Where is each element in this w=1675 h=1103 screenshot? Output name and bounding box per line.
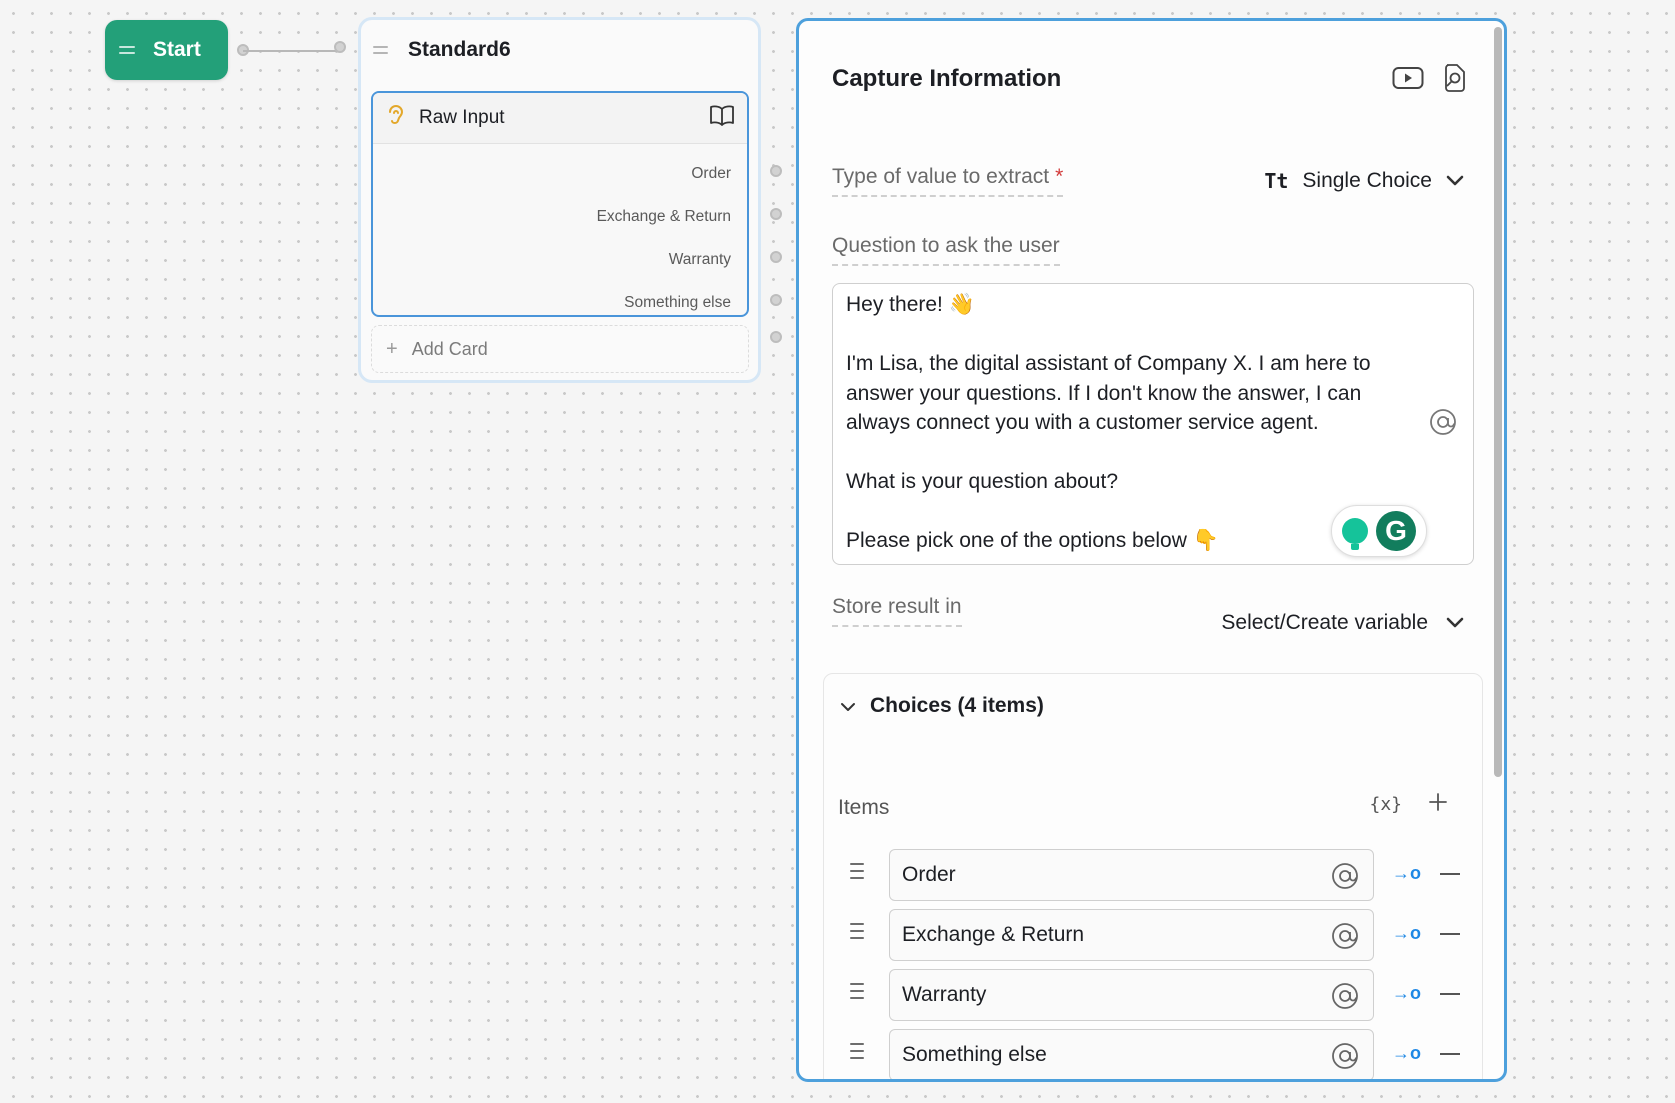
at-sign-icon[interactable] [1331,922,1359,956]
drag-handle-icon[interactable] [373,46,388,54]
document-search-icon[interactable] [1442,63,1468,98]
question-line: answer your questions. If I don't know t… [846,381,1362,405]
store-result-label: Store result in [832,595,962,627]
choice-item-input[interactable]: Exchange & Return [889,909,1374,961]
add-card-label: Add Card [411,338,488,359]
grammarly-widget[interactable]: G [1331,505,1427,557]
add-card-button[interactable]: + Add Card [371,325,749,373]
raw-input-card-header[interactable]: Raw Input [373,93,747,144]
standard-node-header[interactable]: Standard6 [361,20,758,80]
choices-title: Choices (4 items) [870,694,1044,717]
items-label: Items [838,796,890,819]
list-item: Something else [624,293,731,311]
start-label: Start [153,38,201,61]
minus-icon[interactable] [1440,873,1460,875]
chevron-down-icon [1446,611,1464,635]
choice-item-row: Order →o [840,849,1460,901]
required-marker: * [1055,165,1064,188]
start-connector-line [243,50,343,52]
panel-scrollbar[interactable] [1494,27,1502,777]
at-sign-icon[interactable] [1331,1042,1359,1076]
at-sign-icon[interactable] [1331,862,1359,896]
minus-icon[interactable] [1440,993,1460,995]
standard-node-title: Standard6 [408,38,511,61]
question-line [846,438,1423,468]
question-line: I'm Lisa, the digital assistant of Compa… [846,352,1371,375]
raw-input-title: Raw Input [419,107,505,128]
choice-item-row: Warranty →o [840,969,1460,1021]
choice-item-input[interactable]: Something else [889,1029,1374,1079]
link-path-icon[interactable]: →o [1392,923,1421,944]
minus-icon[interactable] [1440,1053,1460,1055]
capture-information-panel: Capture Information Type of value to ext… [796,18,1507,1082]
panel-header-actions [1392,63,1468,98]
standard-node[interactable]: Standard6 Raw Input Order Exchange & Ret… [358,17,761,383]
chevron-down-icon [1446,169,1464,193]
type-of-value-selected: Single Choice [1302,169,1432,192]
list-item: Warranty [668,250,731,268]
raw-input-options: Order Exchange & Return Warranty Somethi… [373,144,747,315]
video-play-icon[interactable] [1392,66,1424,95]
plus-icon: + [386,337,398,360]
at-sign-icon[interactable] [1331,982,1359,1016]
grammarly-bulb-icon[interactable] [1342,518,1368,550]
option-port-exchange[interactable] [770,208,782,220]
choices-section: Choices (4 items) Items {x} Order →o Exc… [823,673,1483,1079]
link-path-icon[interactable]: →o [1392,983,1421,1004]
choice-item-row: Something else →o [840,1029,1460,1079]
drag-handle-icon[interactable] [850,1043,864,1059]
ear-icon [387,103,405,133]
text-type-icon: Tt [1264,169,1289,193]
drag-handle-icon[interactable] [119,46,135,54]
choice-item-input[interactable]: Order [889,849,1374,901]
choice-item-text: Warranty [902,983,987,1006]
panel-title: Capture Information [832,65,1062,92]
variable-icon[interactable]: {x} [1369,794,1402,815]
choice-item-row: Exchange & Return →o [840,909,1460,961]
choice-item-text: Order [902,863,956,886]
drag-handle-icon[interactable] [850,863,864,879]
at-sign-icon[interactable] [1429,408,1457,445]
list-item: Exchange & Return [596,207,731,225]
question-label: Question to ask the user [832,234,1060,266]
question-line: Hey there! 👋 [846,293,975,316]
standard-input-port[interactable] [334,41,346,53]
drag-handle-icon[interactable] [850,983,864,999]
type-of-value-select[interactable]: Tt Single Choice [1264,169,1464,193]
option-port-order[interactable] [770,165,782,177]
items-actions: {x} [1369,792,1448,817]
choices-toggle[interactable]: Choices (4 items) [840,694,1044,718]
type-of-value-text: Type of value to extract [832,165,1050,188]
plus-icon[interactable] [1428,792,1448,817]
default-output-port[interactable] [770,331,782,343]
drag-handle-icon[interactable] [850,923,864,939]
choice-item-text: Exchange & Return [902,923,1085,946]
link-path-icon[interactable]: →o [1392,1043,1421,1064]
raw-input-card[interactable]: Raw Input Order Exchange & Return Warran… [371,91,749,317]
start-node[interactable]: Start [105,20,228,80]
link-path-icon[interactable]: →o [1392,863,1421,884]
choice-item-text: Something else [902,1043,1047,1066]
book-icon[interactable] [709,104,735,132]
option-port-something-else[interactable] [770,294,782,306]
question-line [846,320,1423,350]
chevron-down-icon [840,694,856,718]
store-result-selected: Select/Create variable [1221,611,1428,634]
question-textarea[interactable]: Hey there! 👋 I'm Lisa, the digital assis… [832,283,1474,565]
choice-item-input[interactable]: Warranty [889,969,1374,1021]
question-line: always connect you with a customer servi… [846,411,1319,434]
option-port-warranty[interactable] [770,251,782,263]
minus-icon[interactable] [1440,933,1460,935]
store-result-select[interactable]: Select/Create variable [1221,611,1464,635]
list-item: Order [691,164,731,182]
type-of-value-label: Type of value to extract * [832,165,1064,197]
grammarly-icon[interactable]: G [1376,511,1416,551]
question-line: What is your question about? [846,470,1118,493]
